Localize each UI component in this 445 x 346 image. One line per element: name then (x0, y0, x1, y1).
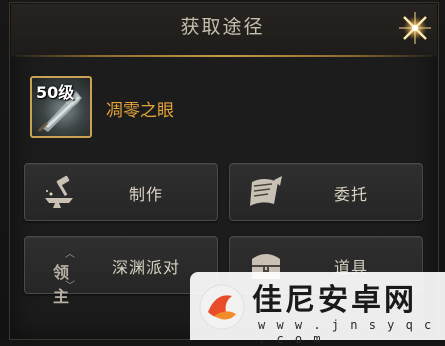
item-level-badge: 50级 (36, 83, 75, 102)
watermark-logo-icon (199, 284, 245, 330)
anvil-hammer-icon (45, 175, 73, 208)
weapon-item-icon[interactable]: 50级 (30, 76, 92, 138)
source-commission-button[interactable]: 委托 (229, 163, 423, 221)
chevron-down-icon: ﹀ (65, 281, 75, 292)
item-name: 凋零之眼 (106, 101, 174, 121)
lord-icon: ︿ 领主 ﹀ (39, 245, 83, 306)
sparkle-close-icon (399, 12, 431, 44)
scroll-quest-icon (250, 176, 282, 206)
source-abyss-party-button[interactable]: ︿ 领主 ﹀ 深渊派对 (24, 236, 218, 306)
dialog-title: 获取途径 (180, 16, 265, 38)
site-watermark: 佳尼安卓网 w w w . j n s y q c . c o m (190, 272, 445, 346)
item-row: 50级 凋零之眼 (30, 76, 430, 140)
chevron-up-icon: ︿ (65, 249, 75, 260)
source-label: 制作 (128, 185, 163, 204)
source-label: 委托 (333, 185, 368, 204)
close-button[interactable] (395, 8, 435, 48)
watermark-url: w w w . j n s y q c . c o m (258, 318, 434, 346)
source-label: 深渊派对 (111, 258, 180, 277)
source-craft-button[interactable]: 制作 (24, 163, 218, 221)
watermark-name: 佳尼安卓网 (252, 283, 417, 318)
title-divider (9, 55, 439, 57)
